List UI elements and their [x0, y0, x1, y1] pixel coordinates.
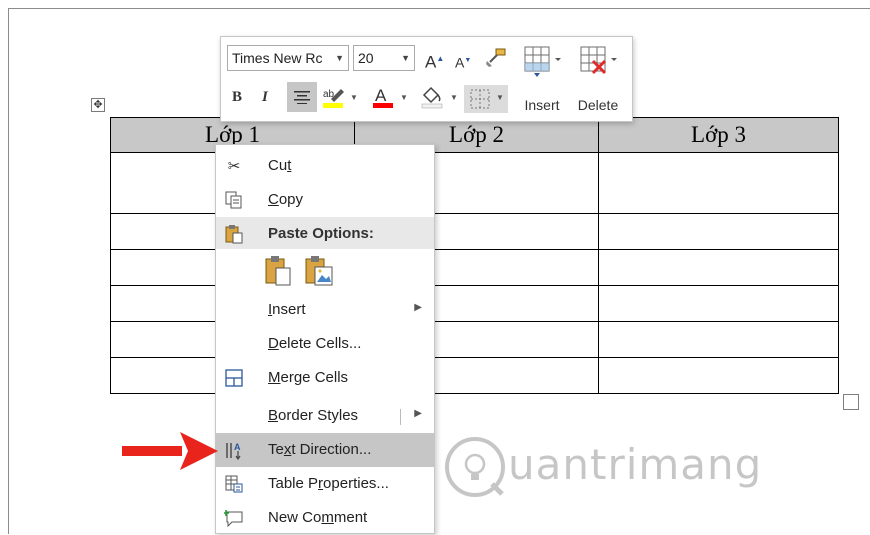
watermark: uantrimang	[442, 434, 772, 504]
borders-icon	[470, 89, 490, 109]
center-align-icon	[294, 91, 310, 104]
watermark-text: uantrimang	[508, 440, 763, 489]
scissors-icon: ✂	[227, 158, 241, 175]
bold-button[interactable]: B	[232, 87, 242, 107]
menu-item-table-properties[interactable]: Table Properties...	[216, 467, 434, 501]
shrink-font-icon[interactable]: A▼	[455, 51, 471, 73]
insert-label: Insert	[524, 97, 560, 113]
menu-item-paste-options: Paste Options:	[216, 217, 434, 249]
menu-item-copy[interactable]: Copy	[216, 183, 434, 217]
font-color-icon[interactable]: A	[371, 85, 395, 115]
font-size-value: 20	[358, 50, 374, 66]
table-cell[interactable]	[598, 285, 839, 322]
chevron-down-icon[interactable]: ▼	[450, 93, 458, 102]
red-arrow-pointer	[122, 432, 218, 470]
chevron-down-icon[interactable]: ▼	[350, 93, 358, 102]
grow-font-icon[interactable]: A▲	[425, 49, 444, 73]
table-properties-icon	[224, 474, 244, 494]
delete-table-icon	[580, 46, 617, 75]
table-cell[interactable]	[598, 249, 839, 286]
new-comment-icon	[224, 508, 244, 528]
merge-cells-icon	[224, 368, 244, 388]
table-cell[interactable]	[598, 357, 839, 394]
menu-item-border-styles[interactable]: Border Styles ▶	[216, 399, 434, 433]
chevron-right-icon: ▶	[414, 408, 422, 419]
format-painter-icon[interactable]	[485, 48, 507, 68]
chevron-down-icon[interactable]: ▼	[335, 46, 344, 70]
center-align-button[interactable]	[287, 82, 317, 112]
chevron-down-icon[interactable]: ▼	[496, 93, 504, 102]
menu-item-text-direction[interactable]: A Text Direction...	[216, 433, 434, 467]
menu-item-merge-cells[interactable]: Merge Cells	[216, 361, 434, 395]
borders-button[interactable]: ▼	[464, 85, 508, 113]
menu-item-delete-cells[interactable]: Delete Cells...	[216, 327, 434, 361]
table-move-handle-icon[interactable]: ✥	[91, 98, 105, 112]
table-cell[interactable]	[598, 152, 839, 214]
header-cell-3[interactable]: Lớp 3	[598, 117, 839, 153]
submenu-divider	[400, 409, 401, 425]
delete-label: Delete	[577, 97, 619, 113]
chevron-right-icon: ▶	[414, 302, 422, 313]
delete-table-button[interactable]: Delete	[573, 43, 623, 121]
table-cell[interactable]	[598, 321, 839, 358]
svg-text:A: A	[375, 86, 387, 105]
svg-text:A: A	[234, 442, 241, 452]
context-menu: ✂ Cut Copy Paste Options: Insert ▶ Delet…	[215, 144, 435, 534]
insert-table-button[interactable]: Insert	[517, 43, 567, 121]
menu-item-cut[interactable]: ✂ Cut	[216, 149, 434, 183]
shading-icon[interactable]	[419, 85, 445, 115]
table-cell[interactable]	[598, 213, 839, 250]
chevron-down-icon[interactable]: ▼	[401, 46, 410, 70]
text-direction-icon: A	[224, 440, 244, 460]
italic-button[interactable]: I	[262, 87, 268, 107]
font-name-value: Times New Rc	[232, 50, 323, 66]
insert-table-icon	[524, 46, 561, 77]
watermark-logo	[445, 437, 505, 497]
mini-toolbar: Times New Rc ▼ 20 ▼ A▲ A▼ B I ab ▼ A ▼ ▼…	[220, 36, 633, 122]
font-name-combobox[interactable]: Times New Rc ▼	[227, 45, 349, 71]
page-left-edge	[8, 8, 9, 534]
copy-icon	[224, 190, 244, 210]
font-size-combobox[interactable]: 20 ▼	[353, 45, 415, 71]
chevron-down-icon[interactable]: ▼	[400, 93, 408, 102]
table-resize-handle[interactable]	[843, 394, 859, 410]
paste-picture-icon[interactable]	[304, 255, 334, 292]
page-top-edge	[8, 8, 870, 9]
paste-keep-formatting-icon[interactable]	[264, 255, 292, 292]
paste-icon	[224, 224, 244, 244]
menu-item-insert[interactable]: Insert ▶	[216, 293, 434, 327]
paste-options-row	[262, 253, 342, 291]
highlight-icon[interactable]: ab	[320, 85, 348, 115]
menu-item-new-comment[interactable]: New Comment	[216, 501, 434, 535]
